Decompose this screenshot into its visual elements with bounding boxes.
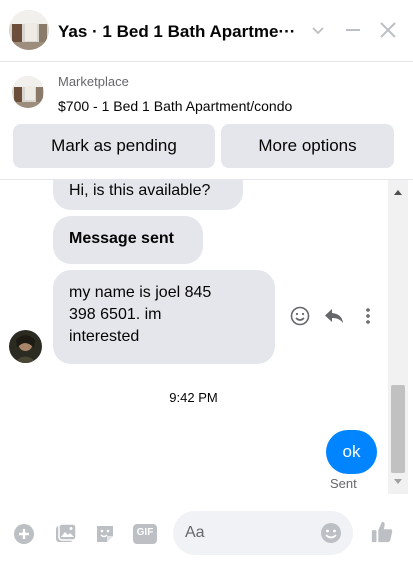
message-line: interested	[69, 328, 140, 345]
gif-icon[interactable]: GIF	[133, 522, 157, 546]
emoji-icon[interactable]	[319, 521, 343, 545]
message-input-placeholder: Aa	[185, 524, 205, 541]
add-icon[interactable]	[12, 522, 36, 546]
mark-as-pending-button[interactable]: Mark as pending	[13, 124, 215, 168]
more-options-button[interactable]: More options	[221, 124, 394, 168]
message-bubble: Message sent	[53, 216, 203, 264]
marketplace-label: Marketplace	[58, 74, 129, 89]
message-bubble: Hi, is this available?	[53, 180, 243, 210]
listing-thumbnail[interactable]	[12, 76, 44, 108]
message-line: 398 6501. im	[69, 306, 162, 323]
scroll-up-arrow-icon[interactable]	[388, 186, 408, 198]
more-actions-icon[interactable]	[356, 304, 380, 328]
sent-status: Sent	[330, 476, 357, 491]
chat-title[interactable]: Yas · 1 Bed 1 Bath Apartme···	[58, 22, 300, 42]
reply-icon[interactable]	[322, 304, 346, 328]
scroll-down-arrow-icon[interactable]	[388, 476, 408, 488]
message-text: ok	[342, 442, 361, 461]
gif-label: GIF	[136, 527, 154, 538]
message-bubble: my name is joel 845 398 6501. im interes…	[53, 270, 275, 364]
scrollbar-thumb[interactable]	[391, 385, 405, 473]
message-text: Hi, is this available?	[69, 182, 211, 199]
message-thread: Hi, is this available? Message sent my n…	[0, 180, 413, 494]
composer: GIF Aa	[0, 494, 413, 568]
react-emoji-icon[interactable]	[288, 304, 312, 328]
scrollbar[interactable]	[388, 180, 408, 494]
thumbs-up-icon[interactable]	[370, 520, 394, 544]
timestamp: 9:42 PM	[169, 390, 218, 405]
message-input[interactable]: Aa	[173, 511, 353, 555]
listing-title[interactable]: $700 - 1 Bed 1 Bath Apartment/condo	[58, 98, 292, 114]
my-message-bubble: ok	[326, 430, 377, 474]
message-line: my name is joel 845	[69, 284, 212, 301]
marketplace-card: Marketplace $700 - 1 Bed 1 Bath Apartmen…	[0, 62, 413, 180]
sticker-icon[interactable]	[93, 522, 117, 546]
sender-avatar[interactable]	[9, 330, 42, 363]
listing-avatar[interactable]	[9, 10, 49, 50]
minimize-icon[interactable]	[341, 18, 365, 42]
chat-header: Yas · 1 Bed 1 Bath Apartme···	[0, 0, 413, 62]
chevron-down-icon[interactable]	[306, 18, 330, 42]
close-icon[interactable]	[376, 18, 400, 42]
message-text: Message sent	[69, 230, 174, 247]
photo-icon[interactable]	[54, 522, 78, 546]
